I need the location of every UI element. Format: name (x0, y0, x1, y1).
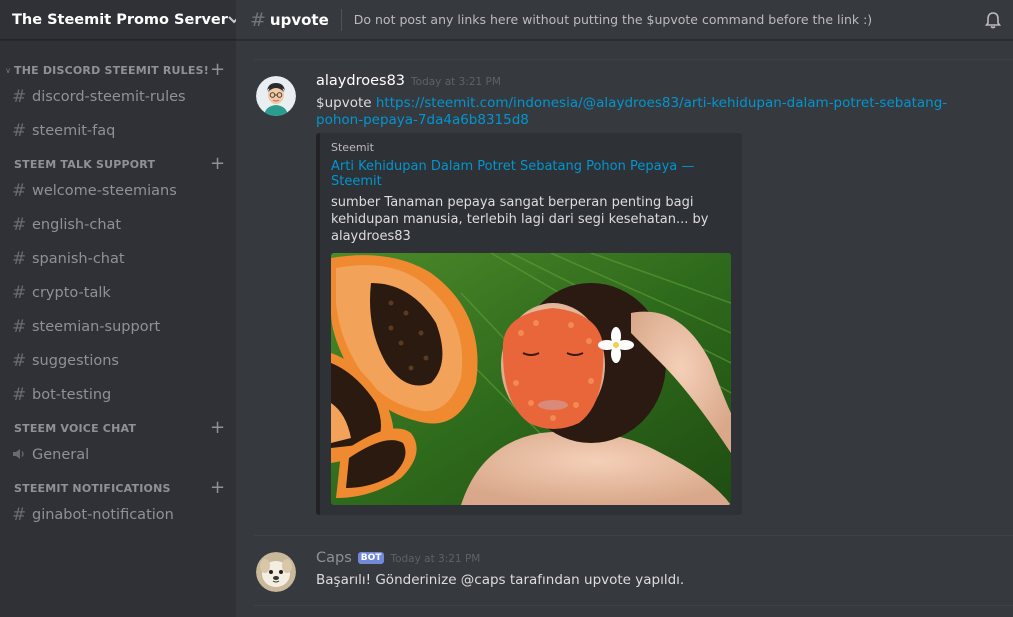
category-discord-steemit-rules: ∨ THE DISCORD STEEMIT RULES! + # discord… (0, 60, 236, 148)
add-channel-icon[interactable]: + (210, 155, 225, 173)
hash-icon: # (12, 317, 27, 337)
divider (340, 8, 342, 31)
category-header[interactable]: ∨ THE DISCORD STEEMIT RULES! + (0, 60, 236, 80)
channel-label: steemit-faq (32, 123, 116, 139)
channel-english-chat[interactable]: # english-chat (0, 208, 236, 242)
message-link[interactable]: https://steemit.com/indonesia/@alaydroes… (316, 95, 947, 128)
collapse-arrow-icon[interactable]: ∨ (2, 66, 14, 75)
channel-header: # upvote Do not post any links here with… (236, 0, 1013, 40)
channel-title: upvote (269, 10, 329, 29)
category-label: STEEM TALK SUPPORT (14, 157, 156, 171)
channel-label: spanish-chat (32, 251, 125, 267)
server-header[interactable]: The Steemit Promo Server (0, 0, 240, 40)
channel-ginabot-notification[interactable]: # ginabot-notification (0, 498, 236, 532)
channel-spanish-chat[interactable]: # spanish-chat (0, 242, 236, 276)
add-channel-icon[interactable]: + (210, 419, 225, 437)
hash-icon: # (12, 87, 27, 107)
channel-discord-steemit-rules[interactable]: # discord-steemit-rules (0, 80, 236, 114)
speaker-icon (12, 445, 32, 465)
hash-icon: # (12, 215, 27, 235)
author-name[interactable]: alaydroes83 (316, 73, 405, 89)
message-list: alaydroes83 Today at 3:21 PM $upvote htt… (254, 59, 1013, 606)
embed-image[interactable] (331, 253, 731, 505)
category-header[interactable]: STEEMIT NOTIFICATIONS + (0, 478, 236, 498)
discord-app: The Steemit Promo Server ∨ THE DISCORD S… (0, 0, 1013, 617)
channel-label: crypto-talk (32, 285, 111, 301)
category-steemit-notifications: STEEMIT NOTIFICATIONS + # ginabot-notifi… (0, 478, 236, 532)
category-header[interactable]: STEEM TALK SUPPORT + (0, 154, 236, 174)
channel-label: suggestions (32, 353, 119, 369)
message-content: Başarılı! Gönderinize @caps tarafından u… (316, 572, 685, 588)
channel-label: steemian-support (32, 319, 161, 335)
add-channel-icon[interactable]: + (210, 61, 225, 79)
avatar[interactable] (256, 552, 296, 592)
channel-topic: Do not post any links here without putti… (353, 12, 873, 27)
message-group: Caps BOT Today at 3:21 PM Başarılı! Gönd… (254, 535, 1013, 606)
channel-label: welcome-steemians (32, 183, 177, 199)
timestamp: Today at 3:21 PM (390, 553, 481, 565)
channel-crypto-talk[interactable]: # crypto-talk (0, 276, 236, 310)
category-label: STEEMIT NOTIFICATIONS (14, 481, 171, 495)
category-header[interactable]: STEEM VOICE CHAT + (0, 418, 236, 438)
category-label: STEEM VOICE CHAT (14, 421, 137, 435)
channel-label: ginabot-notification (32, 507, 174, 523)
channel-steemian-support[interactable]: # steemian-support (0, 310, 236, 344)
server-name: The Steemit Promo Server (12, 11, 228, 28)
hash-icon: # (12, 385, 27, 405)
embed-provider: Steemit (331, 141, 374, 154)
bot-badge: BOT (357, 552, 385, 564)
embed-title[interactable]: Arti Kehidupan Dalam Potret Sebatang Poh… (331, 159, 730, 189)
channel-welcome-steemians[interactable]: # welcome-steemians (0, 174, 236, 208)
command-text: $upvote (316, 95, 372, 111)
message-content: $upvote https://steemit.com/indonesia/@a… (316, 95, 976, 129)
channel-steemit-faq[interactable]: # steemit-faq (0, 114, 236, 148)
timestamp: Today at 3:21 PM (411, 76, 501, 88)
author-name[interactable]: Caps (316, 550, 352, 566)
voice-channel-general[interactable]: General (0, 438, 236, 472)
bell-icon[interactable] (973, 11, 1013, 29)
avatar[interactable] (256, 76, 296, 116)
channel-label: General (32, 447, 90, 463)
hash-icon: # (12, 249, 27, 269)
category-steem-voice-chat: STEEM VOICE CHAT + General (0, 418, 236, 472)
message-header: Caps BOT Today at 3:21 PM (316, 550, 1013, 572)
category-label: THE DISCORD STEEMIT RULES! (14, 63, 209, 77)
channel-bot-testing[interactable]: # bot-testing (0, 378, 236, 412)
hash-icon: # (12, 283, 27, 303)
channel-suggestions[interactable]: # suggestions (0, 344, 236, 378)
link-embed: Steemit Arti Kehidupan Dalam Potret Seba… (316, 133, 742, 515)
message-group: alaydroes83 Today at 3:21 PM $upvote htt… (254, 59, 1013, 535)
add-channel-icon[interactable]: + (210, 479, 225, 497)
channel-sidebar: The Steemit Promo Server ∨ THE DISCORD S… (0, 0, 240, 617)
category-steem-talk-support: STEEM TALK SUPPORT + # welcome-steemians… (0, 154, 236, 412)
hash-icon: # (12, 351, 27, 371)
hash-icon: # (12, 121, 27, 141)
hash-icon: # (12, 505, 27, 525)
message-header: alaydroes83 Today at 3:21 PM (316, 73, 1013, 95)
chat-area: # upvote Do not post any links here with… (236, 0, 1013, 617)
channel-label: english-chat (32, 217, 122, 233)
channel-list: ∨ THE DISCORD STEEMIT RULES! + # discord… (0, 40, 236, 532)
channel-label: bot-testing (32, 387, 112, 403)
channel-label: discord-steemit-rules (32, 89, 186, 105)
hash-icon: # (12, 181, 27, 201)
hash-icon: # (250, 8, 266, 31)
embed-description: sumber Tanaman pepaya sangat berperan pe… (331, 195, 709, 244)
